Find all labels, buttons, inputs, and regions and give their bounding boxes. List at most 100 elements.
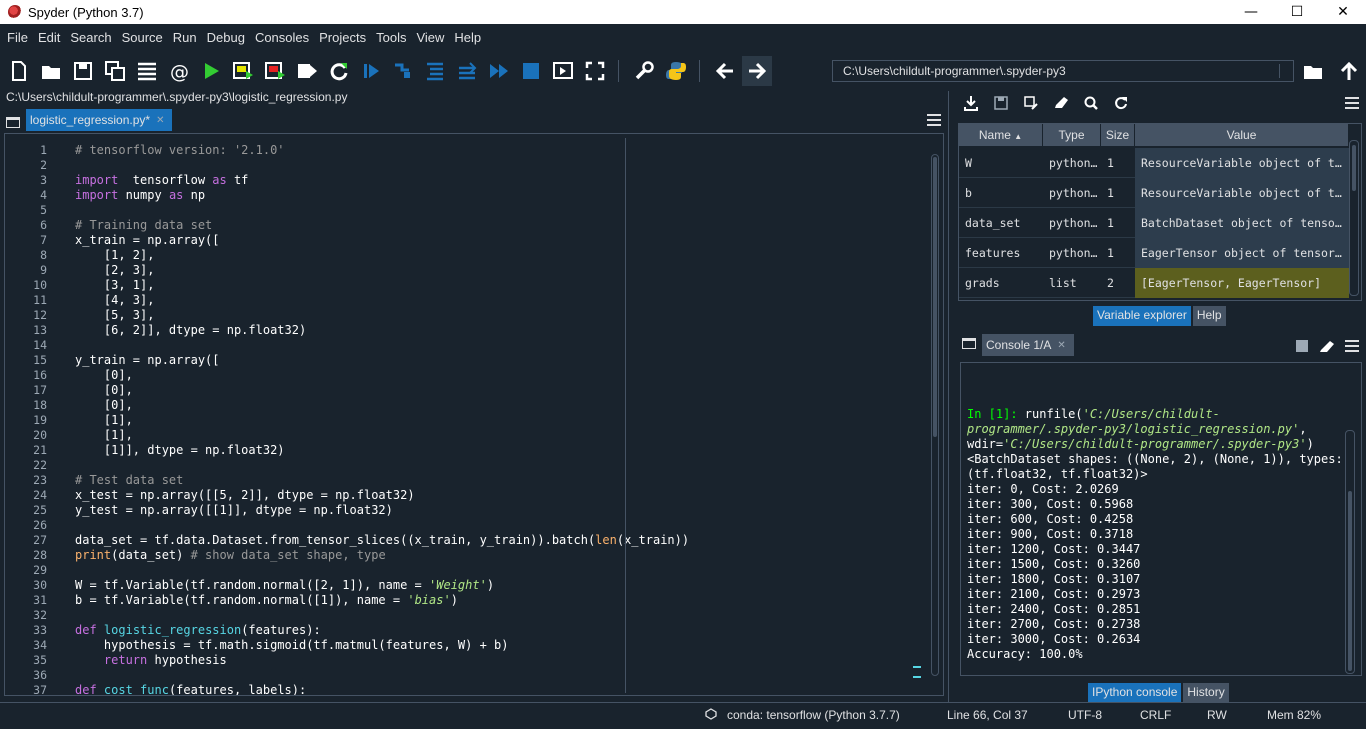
editor-options-menu-icon[interactable] xyxy=(927,114,941,126)
debug-continue-icon[interactable] xyxy=(484,56,514,86)
maximize-pane-icon[interactable] xyxy=(548,56,578,86)
line-number: 18 xyxy=(33,398,47,412)
code-token: [1], xyxy=(75,413,133,427)
open-file-icon[interactable] xyxy=(36,56,66,86)
editor-scrollbar[interactable] xyxy=(931,154,939,676)
debug-step-into-icon[interactable] xyxy=(420,56,450,86)
tab-console-1a[interactable]: Console 1/A ✕ xyxy=(982,334,1074,356)
run-file-icon[interactable] xyxy=(196,56,226,86)
run-cell-advance-icon[interactable] xyxy=(260,56,290,86)
status-env: conda: tensorflow (Python 3.7.7) xyxy=(727,708,900,722)
import-data-icon[interactable] xyxy=(956,95,986,111)
save-icon[interactable] xyxy=(68,56,98,86)
console-scrollbar[interactable] xyxy=(1345,430,1355,674)
back-arrow-icon[interactable] xyxy=(710,56,740,86)
column-header-name[interactable]: Name ▲ xyxy=(959,124,1043,146)
file-switcher-icon[interactable] xyxy=(132,56,162,86)
console-output-line: iter: 2100, Cost: 0.2973 xyxy=(967,587,1141,601)
forward-arrow-icon[interactable] xyxy=(742,56,772,86)
menu-debug[interactable]: Debug xyxy=(202,30,250,45)
search-icon[interactable] xyxy=(1076,95,1106,111)
close-icon[interactable]: ✕ xyxy=(1057,340,1065,351)
variable-explorer-options-icon[interactable] xyxy=(1345,97,1359,109)
menu-search[interactable]: Search xyxy=(65,30,116,45)
menu-projects[interactable]: Projects xyxy=(314,30,371,45)
menu-consoles[interactable]: Consoles xyxy=(250,30,314,45)
variable-value-cell: [EagerTensor, EagerTensor] xyxy=(1135,268,1349,298)
new-file-icon[interactable] xyxy=(4,56,34,86)
menu-view[interactable]: View xyxy=(411,30,449,45)
chevron-down-icon[interactable] xyxy=(1279,64,1289,78)
code-line: [5, 3], xyxy=(75,308,155,322)
browse-folder-icon[interactable] xyxy=(1298,56,1328,86)
console-output-line: iter: 1200, Cost: 0.3447 xyxy=(967,542,1141,556)
scrollbar-thumb[interactable] xyxy=(1348,491,1352,671)
save-as-icon[interactable] xyxy=(1016,95,1046,111)
pane-window-icon[interactable] xyxy=(6,117,20,128)
variable-row[interactable]: b python… 1 ResourceVariable object of t… xyxy=(959,178,1349,208)
variable-name-cell: grads xyxy=(965,276,1000,290)
tab-help[interactable]: Help xyxy=(1192,306,1226,326)
working-directory-combo[interactable]: C:\Users\childult-programmer\.spyder-py3 xyxy=(832,60,1294,82)
code-editor[interactable]: 1 2 3 4 5 6 7 8 9 10 11 12 13 14 15 16 17 18 19 20 21 22 23 24 2… xyxy=(4,133,944,696)
tab-variable-explorer[interactable]: Variable explorer xyxy=(1093,306,1191,326)
debug-stop-icon[interactable] xyxy=(516,56,546,86)
run-cell-icon[interactable] xyxy=(228,56,258,86)
variable-row[interactable]: grads list 2 [EagerTensor, EagerTensor] xyxy=(959,268,1349,298)
stop-kernel-icon[interactable] xyxy=(1296,340,1308,352)
menu-edit[interactable]: Edit xyxy=(33,30,65,45)
variable-explorer-scrollbar[interactable] xyxy=(1349,140,1359,296)
column-header-type[interactable]: Type xyxy=(1043,124,1101,146)
preferences-wrench-icon[interactable] xyxy=(629,56,659,86)
variable-type-cell: python… xyxy=(1049,246,1098,260)
save-data-icon[interactable] xyxy=(986,95,1016,111)
email-icon[interactable]: @ xyxy=(164,56,194,86)
tab-logistic-regression[interactable]: logistic_regression.py* ✕ xyxy=(26,109,173,131)
variable-row[interactable]: Wpython… 1 ResourceVariable object of t… xyxy=(959,148,1349,178)
refresh-icon[interactable] xyxy=(1106,95,1136,111)
ipython-console[interactable]: In [1]: runfile('C:/Users/childult- prog… xyxy=(960,362,1362,676)
console-options-menu-icon[interactable] xyxy=(1345,340,1359,352)
code-token: # show data_set shape, type xyxy=(190,548,386,562)
remove-all-icon[interactable] xyxy=(1046,95,1076,111)
tab-label: Console 1/A xyxy=(986,338,1052,352)
console-input-line: programmer/.spyder-py3/logistic_regressi… xyxy=(967,422,1307,436)
pane-window-icon[interactable] xyxy=(962,338,976,349)
code-token: [2, 3], xyxy=(75,263,155,277)
variable-name-cell: data_set xyxy=(965,216,1021,230)
variable-row[interactable]: features python… 1 EagerTensor object of te… xyxy=(959,238,1349,268)
scrollbar-thumb[interactable] xyxy=(1352,145,1356,191)
python-path-icon[interactable] xyxy=(661,56,691,86)
menu-tools[interactable]: Tools xyxy=(371,30,411,45)
menu-source[interactable]: Source xyxy=(117,30,168,45)
debug-step-icon[interactable] xyxy=(388,56,418,86)
menu-help[interactable]: Help xyxy=(449,30,486,45)
minimize-button[interactable]: — xyxy=(1228,0,1274,24)
tab-history[interactable]: History xyxy=(1183,683,1229,703)
fullscreen-icon[interactable] xyxy=(580,56,610,86)
scrollbar-thumb[interactable] xyxy=(933,157,937,437)
svg-text:@: @ xyxy=(170,61,189,82)
tab-ipython-console[interactable]: IPython console xyxy=(1088,683,1182,703)
rerun-icon[interactable] xyxy=(324,56,354,86)
column-header-value[interactable]: Value xyxy=(1135,124,1349,146)
variable-row[interactable]: data_set python… 1 BatchDataset object of t… xyxy=(959,208,1349,238)
code-token: (data_set) xyxy=(111,548,191,562)
close-window-button[interactable]: ✕ xyxy=(1320,0,1366,24)
save-all-icon[interactable] xyxy=(100,56,130,86)
line-number: 2 xyxy=(40,158,47,172)
debug-icon[interactable] xyxy=(356,56,386,86)
maximize-button[interactable]: ☐ xyxy=(1274,0,1320,24)
line-number: 32 xyxy=(33,608,47,622)
parent-directory-icon[interactable] xyxy=(1334,56,1364,86)
run-selection-icon[interactable] xyxy=(292,56,322,86)
pane-splitter[interactable] xyxy=(948,91,954,702)
column-header-size[interactable]: Size xyxy=(1101,124,1135,146)
close-icon[interactable]: ✕ xyxy=(156,115,164,126)
debug-step-return-icon[interactable] xyxy=(452,56,482,86)
menu-file[interactable]: File xyxy=(2,30,33,45)
clear-console-icon[interactable] xyxy=(1319,340,1335,357)
code-area[interactable]: # tensorflow version: '2.1.0' import tens… xyxy=(75,134,925,695)
menu-run[interactable]: Run xyxy=(168,30,202,45)
